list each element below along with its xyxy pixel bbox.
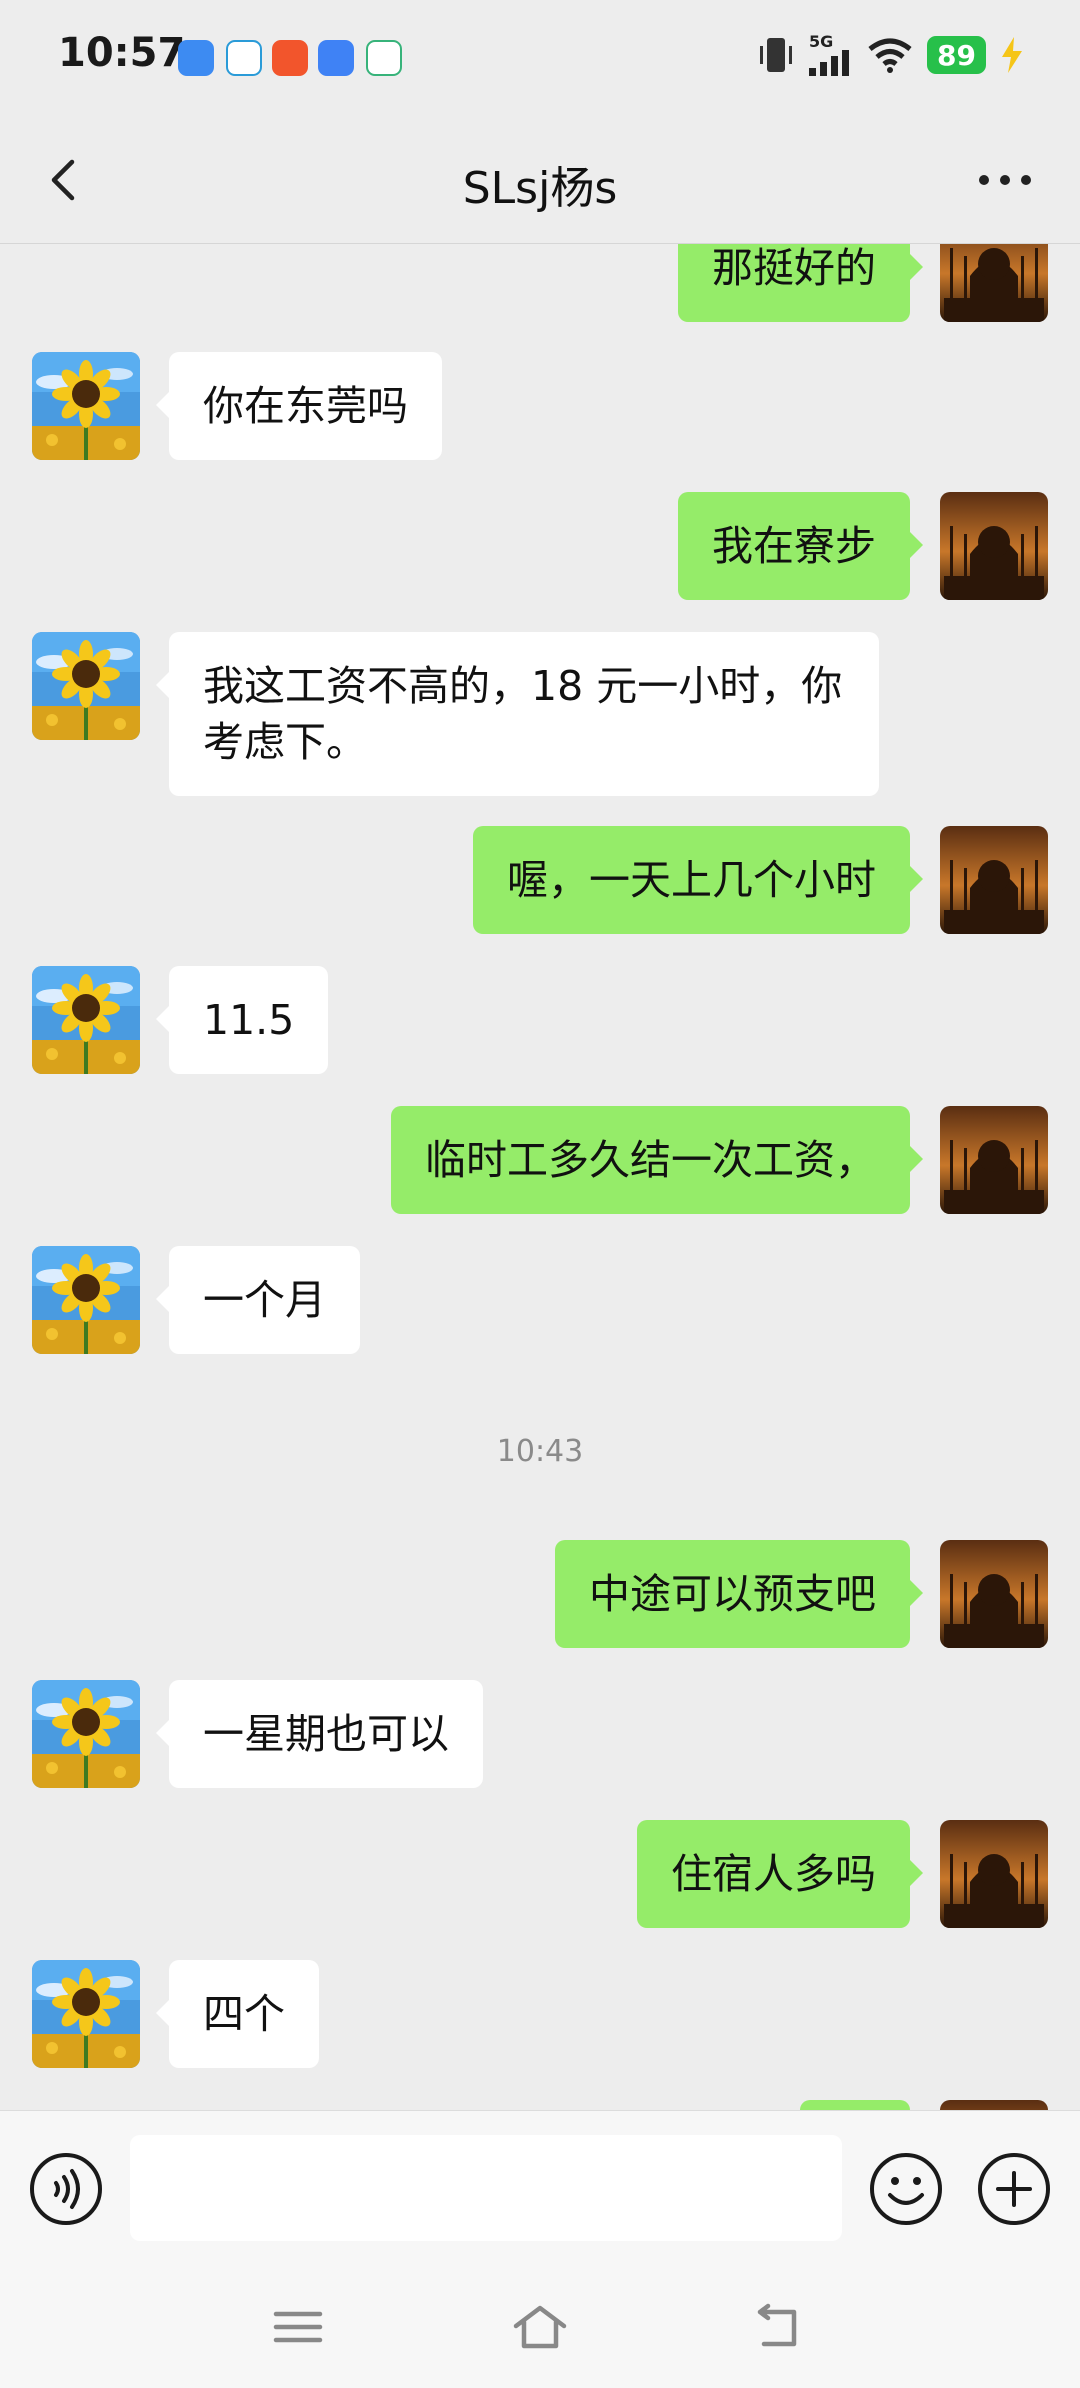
my-avatar[interactable] bbox=[940, 1540, 1048, 1648]
more-dots-icon[interactable] bbox=[970, 150, 1040, 210]
time-divider: 10:43 bbox=[496, 1434, 584, 1469]
home-icon[interactable] bbox=[512, 2302, 568, 2352]
app-notification-teal-icon bbox=[226, 40, 262, 76]
my-avatar[interactable] bbox=[940, 1106, 1048, 1214]
signal-icon bbox=[809, 50, 850, 76]
contact-avatar[interactable] bbox=[32, 1246, 140, 1354]
contact-avatar[interactable] bbox=[32, 632, 140, 740]
chat-title: SLsj杨s bbox=[462, 163, 618, 214]
received-bubble[interactable]: 11.5 bbox=[155, 966, 329, 1074]
contact-avatar[interactable] bbox=[32, 1960, 140, 2068]
contact-avatar[interactable] bbox=[32, 1680, 140, 1788]
charging-icon bbox=[1002, 37, 1022, 73]
app-notification-orange-icon bbox=[272, 40, 308, 76]
received-bubble[interactable]: 你在东莞吗 bbox=[156, 352, 442, 460]
menu-icon[interactable] bbox=[270, 2302, 326, 2352]
contact-avatar[interactable] bbox=[32, 966, 140, 1074]
sent-bubble[interactable]: 那挺好的 bbox=[678, 244, 923, 322]
received-bubble[interactable]: 我这工资不高的，18 元一小时，你考虑下。 bbox=[156, 632, 879, 796]
my-avatar[interactable] bbox=[940, 826, 1048, 934]
chat-header: SLsj杨s bbox=[0, 120, 1080, 244]
battery-level: 89 bbox=[927, 36, 986, 74]
sent-bubble[interactable]: 喔，一天上几个小时 bbox=[473, 826, 923, 934]
plus-icon[interactable] bbox=[976, 2151, 1052, 2227]
emoji-icon[interactable] bbox=[868, 2151, 944, 2227]
chat-area[interactable]: 那挺好的 你在东莞吗 我在寮步 我这工资不高的，18 元一小时，你考虑下。 喔，… bbox=[0, 244, 1080, 2110]
sent-bubble[interactable]: 我在寮步 bbox=[678, 492, 923, 600]
my-avatar[interactable] bbox=[940, 1820, 1048, 1928]
system-nav-bar bbox=[0, 2262, 1080, 2388]
input-bar bbox=[0, 2110, 1080, 2263]
message-input[interactable] bbox=[130, 2135, 842, 2241]
my-avatar[interactable] bbox=[940, 492, 1048, 600]
sent-bubble[interactable]: 中途可以预支吧 bbox=[555, 1540, 923, 1648]
sent-bubble[interactable]: 临时工多久结一次工资， bbox=[391, 1106, 923, 1214]
back-icon[interactable] bbox=[752, 2302, 808, 2352]
app-notification-green-icon bbox=[366, 40, 402, 76]
contact-avatar[interactable] bbox=[32, 352, 140, 460]
network-type: 5G bbox=[809, 32, 834, 51]
vibrate-icon bbox=[760, 38, 793, 72]
received-bubble[interactable]: 一个月 bbox=[156, 1246, 360, 1354]
sent-bubble[interactable]: 住宿人多吗 bbox=[637, 1820, 923, 1928]
status-bar: 10:57 5G 89 bbox=[0, 0, 1080, 120]
received-bubble[interactable]: 四个 bbox=[156, 1960, 319, 2068]
my-avatar[interactable] bbox=[940, 2100, 1048, 2110]
wifi-icon bbox=[868, 38, 912, 73]
received-bubble[interactable]: 一星期也可以 bbox=[156, 1680, 483, 1788]
voice-input-icon[interactable] bbox=[28, 2151, 104, 2227]
app-notification-sky-icon bbox=[318, 40, 354, 76]
status-time: 10:57 bbox=[58, 30, 186, 76]
sent-bubble-partial[interactable] bbox=[800, 2100, 910, 2110]
app-notification-blue-icon bbox=[178, 40, 214, 76]
my-avatar[interactable] bbox=[940, 244, 1048, 322]
